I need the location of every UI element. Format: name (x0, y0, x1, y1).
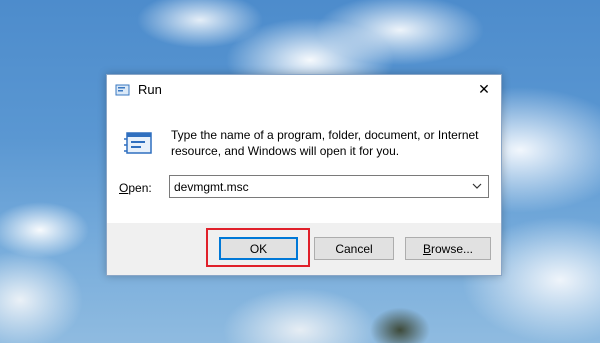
cancel-button[interactable]: Cancel (314, 237, 394, 260)
chevron-down-icon[interactable] (470, 180, 484, 193)
close-button[interactable]: ✕ (467, 75, 501, 103)
open-input[interactable] (170, 176, 460, 197)
run-dialog: Run ✕ Type the name of a program, folder… (106, 74, 502, 276)
run-icon (115, 83, 131, 97)
open-label: Open: (119, 181, 152, 195)
ok-button[interactable]: OK (219, 237, 298, 260)
tree-silhouette (360, 290, 440, 343)
browse-button[interactable]: Browse... (405, 237, 491, 260)
run-icon (121, 127, 155, 161)
window-title: Run (138, 82, 162, 97)
title-bar[interactable]: Run ✕ (107, 75, 501, 105)
open-combobox[interactable] (169, 175, 489, 198)
button-bar: OK Cancel Browse... (107, 223, 501, 275)
close-icon: ✕ (478, 80, 490, 97)
description-text: Type the name of a program, folder, docu… (171, 128, 479, 158)
